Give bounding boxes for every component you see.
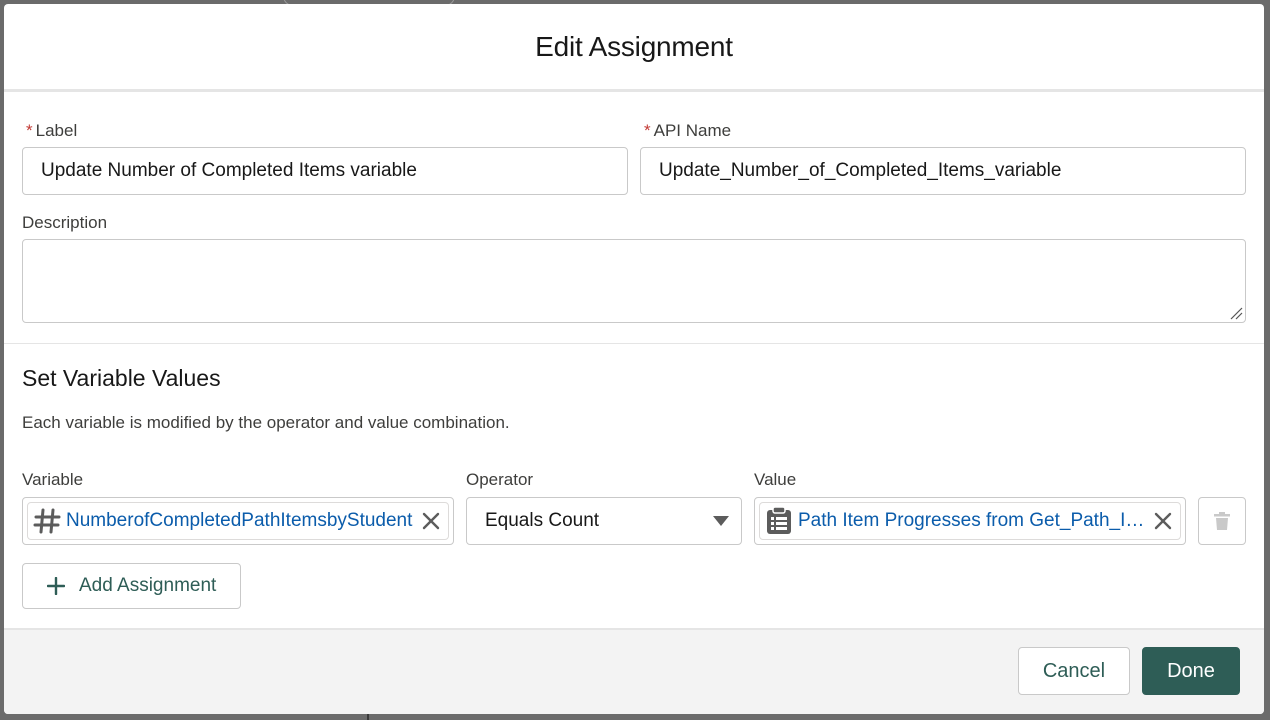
section-title: Set Variable Values (22, 365, 221, 391)
cancel-button[interactable]: Cancel (1018, 647, 1130, 695)
hash-icon (28, 507, 66, 535)
modal-footer: Cancel Done (4, 628, 1264, 714)
required-marker: * (644, 121, 651, 140)
variable-column-label: Variable (22, 470, 84, 489)
modal-body: * Label Update Number of Completed Items … (4, 92, 1264, 628)
edit-assignment-modal: Edit Assignment * Label Update Number of … (4, 4, 1264, 714)
api-name-field-label: * API Name (644, 121, 732, 140)
done-button[interactable]: Done (1142, 647, 1240, 695)
delete-assignment-button[interactable] (1198, 497, 1246, 545)
section-description: Each variable is modified by the operato… (22, 413, 510, 432)
variable-pill[interactable]: NumberofCompletedPathItemsbyStudent (27, 502, 449, 540)
operator-select[interactable]: Equals Count (466, 497, 742, 545)
operator-selected-value: Equals Count (485, 510, 600, 531)
label-field-label: * Label (26, 121, 78, 140)
remove-value-icon[interactable] (1148, 506, 1178, 536)
label-input[interactable]: Update Number of Completed Items variabl… (22, 147, 628, 195)
modal-title: Edit Assignment (535, 30, 733, 62)
record-collection-icon (760, 507, 798, 535)
chevron-down-icon (701, 516, 741, 526)
api-name-input[interactable]: Update_Number_of_Completed_Items_variabl… (640, 147, 1246, 195)
modal-header: Edit Assignment (4, 4, 1264, 92)
description-textarea[interactable] (22, 239, 1246, 323)
remove-variable-icon[interactable] (416, 506, 446, 536)
add-assignment-button[interactable]: Add Assignment (22, 563, 242, 609)
value-pill-label: Path Item Progresses from Get_Path_Item_… (798, 510, 1148, 531)
plus-icon (47, 577, 65, 595)
general-section: * Label Update Number of Completed Items … (4, 92, 1264, 344)
variable-combobox[interactable]: NumberofCompletedPathItemsbyStudent (22, 497, 454, 545)
value-combobox[interactable]: Path Item Progresses from Get_Path_Item_… (754, 497, 1186, 545)
value-column-label: Value (754, 470, 797, 489)
description-field-label: Description (22, 213, 108, 232)
variable-pill-label: NumberofCompletedPathItemsbyStudent (66, 510, 413, 531)
add-assignment-label: Add Assignment (79, 575, 217, 596)
required-marker: * (26, 121, 33, 140)
resize-grip-icon[interactable] (1229, 306, 1243, 320)
trash-icon (1214, 512, 1230, 530)
operator-column-label: Operator (466, 470, 534, 489)
value-pill[interactable]: Path Item Progresses from Get_Path_Item_… (759, 502, 1181, 540)
